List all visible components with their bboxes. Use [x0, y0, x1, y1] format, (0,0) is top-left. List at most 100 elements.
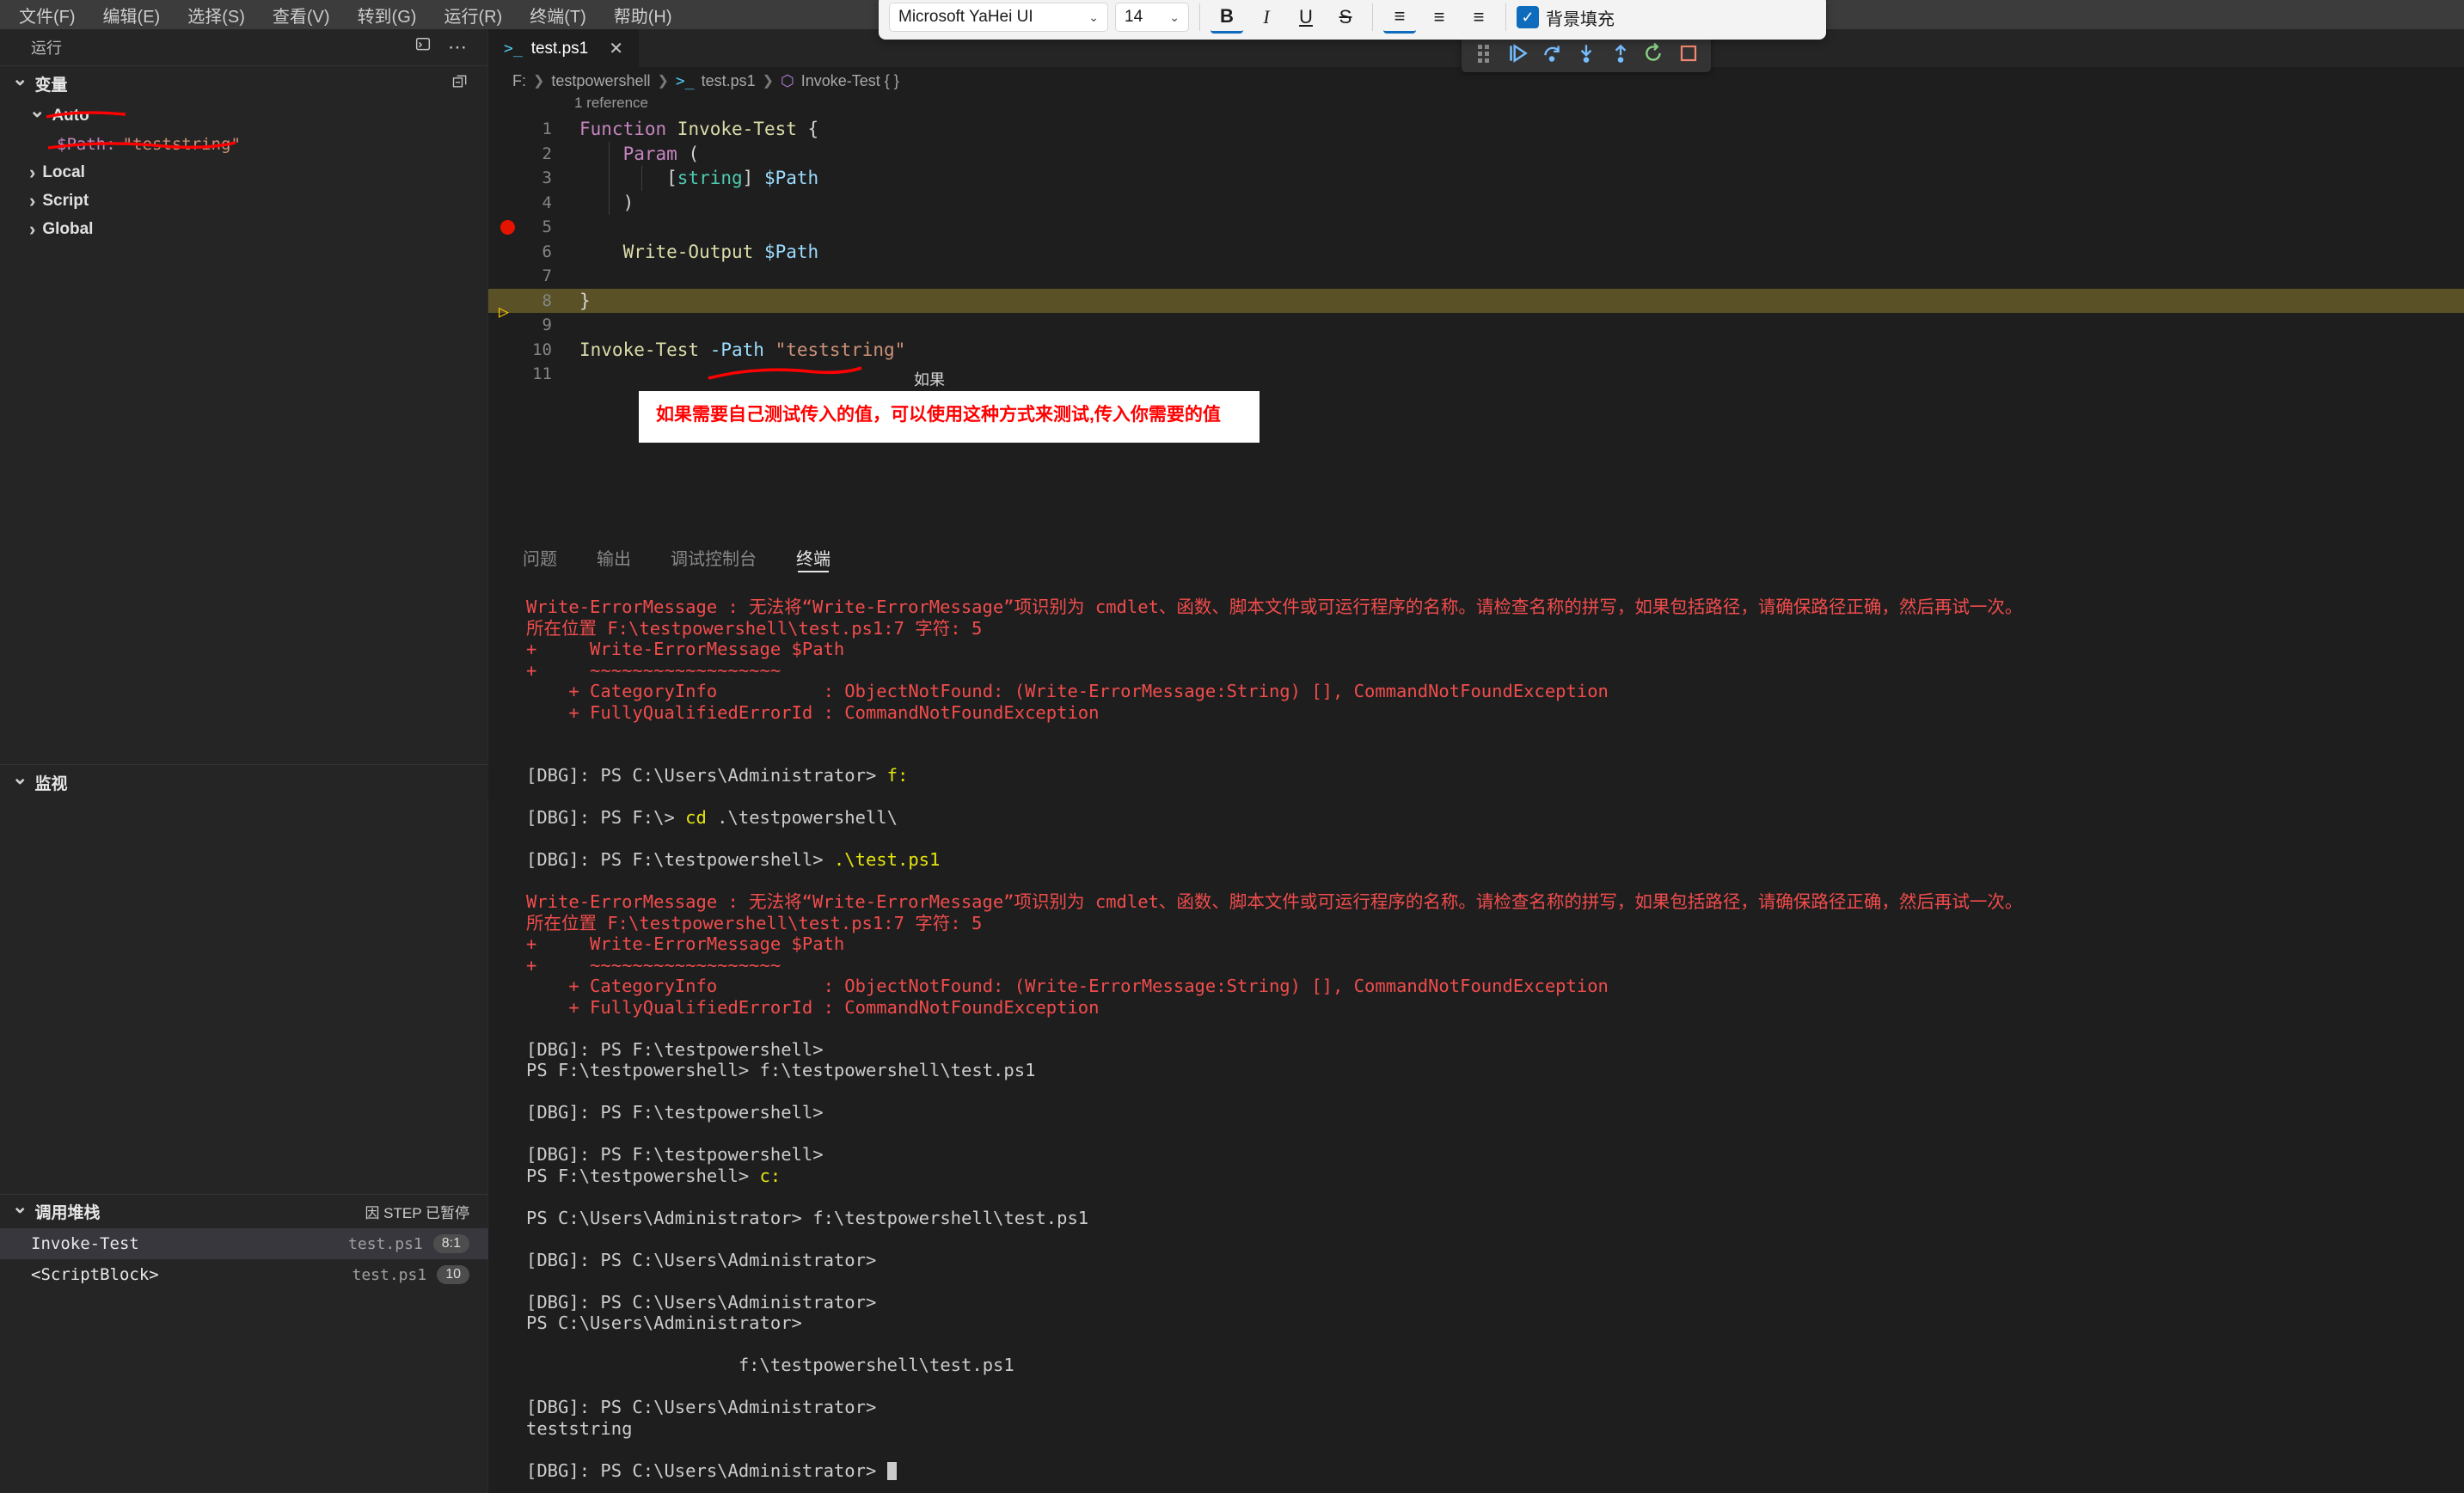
- sidebar-actions: ⋯: [414, 36, 469, 59]
- italic-button[interactable]: I: [1250, 1, 1283, 34]
- strikethrough-button[interactable]: S: [1329, 1, 1362, 34]
- panel-tabs: 问题 输出 调试控制台 终端: [488, 533, 2464, 581]
- code-line-10[interactable]: 10 Invoke-Test -Path "teststring": [488, 338, 2464, 363]
- panel-tab-0[interactable]: 问题: [523, 533, 557, 581]
- menu-item-3[interactable]: 查看(V): [259, 0, 344, 30]
- frame-function: <ScriptBlock>: [31, 1265, 159, 1284]
- terminal-line: PS C:\Users\Administrator>: [526, 1312, 802, 1333]
- menu-item-7[interactable]: 帮助(H): [600, 0, 686, 30]
- code-editor[interactable]: 1 reference 1 Function Invoke-Test {2 Par…: [488, 95, 2464, 567]
- indent-guide: [641, 166, 642, 191]
- menu-item-4[interactable]: 转到(G): [344, 0, 431, 30]
- code-lines: 1 Function Invoke-Test {2 Param (3 [strin…: [488, 117, 2464, 387]
- variable-scope-local[interactable]: Local: [29, 158, 487, 187]
- align-right-button[interactable]: ≡: [1462, 1, 1495, 34]
- annotation-note-box[interactable]: 如果需要自己测试传入的值，可以使用这种方式来测试,传入你需要的值: [639, 391, 1260, 443]
- code-line-3[interactable]: 3 [string] $Path: [488, 166, 2464, 191]
- close-icon[interactable]: ✕: [609, 38, 623, 59]
- breadcrumb-item-2[interactable]: test.ps1: [702, 72, 756, 90]
- terminal-line: [DBG]: PS C:\Users\Administrator>: [526, 1460, 2464, 1482]
- debug-console-icon[interactable]: [414, 36, 432, 59]
- menu-item-2[interactable]: 选择(S): [174, 0, 259, 30]
- terminal-line: + Write-ErrorMessage $Path: [526, 639, 845, 659]
- code-line-7[interactable]: 7: [488, 264, 2464, 289]
- line-number: 2: [542, 144, 552, 163]
- restart-button[interactable]: [1640, 37, 1670, 70]
- code-line-5[interactable]: 5: [488, 215, 2464, 240]
- step-out-button[interactable]: [1605, 37, 1636, 70]
- more-actions-icon[interactable]: ⋯: [448, 36, 469, 58]
- chevron-down-icon: [12, 73, 28, 95]
- code-line-8[interactable]: ▷ 8}: [488, 288, 2464, 321]
- terminal-line: [DBG]: PS C:\Users\Administrator>: [526, 1397, 877, 1417]
- code-line-9[interactable]: 9: [488, 313, 2464, 338]
- callstack-title: 调用堆栈: [34, 1204, 101, 1222]
- menu-item-0[interactable]: 文件(F): [5, 0, 89, 30]
- codelens-reference[interactable]: 1 reference: [488, 95, 2464, 117]
- tab-test-ps1[interactable]: >_ test.ps1 ✕: [488, 29, 639, 67]
- variable-scope-global[interactable]: Global: [29, 215, 487, 243]
- drag-handle-icon[interactable]: [1468, 37, 1499, 70]
- code-line-11[interactable]: 11: [488, 362, 2464, 387]
- callstack-frames: Invoke-Test test.ps1 8:1 <ScriptBlock> test.…: [0, 1228, 488, 1290]
- section-variables[interactable]: 变量: [0, 65, 487, 101]
- terminal-line: + ~~~~~~~~~~~~~~~~~~: [526, 954, 781, 976]
- panel-tab-2[interactable]: 调试控制台: [671, 533, 757, 581]
- step-into-button[interactable]: [1571, 37, 1602, 70]
- frame-position: 10: [437, 1265, 469, 1284]
- callstack-frame[interactable]: <ScriptBlock> test.ps1 10: [0, 1259, 488, 1290]
- sidebar-title: 运行: [31, 40, 62, 57]
- code-line-2[interactable]: 2 Param (: [488, 141, 2464, 166]
- code-line-4[interactable]: 4 ): [488, 190, 2464, 215]
- step-over-button[interactable]: [1536, 37, 1567, 70]
- font-size-value: 14: [1125, 8, 1143, 26]
- menu-item-1[interactable]: 编辑(E): [89, 0, 175, 30]
- code-line-6[interactable]: 6 Write-Output $Path: [488, 240, 2464, 265]
- breadcrumb-item-1[interactable]: testpowershell: [551, 72, 650, 90]
- terminal-line: [DBG]: PS C:\Users\Administrator>: [526, 1249, 877, 1270]
- debug-sidebar: 运行 ⋯ 变量 Auto $Path: "teststring" Local Scri…: [0, 29, 488, 1493]
- panel-tab-1[interactable]: 输出: [597, 533, 631, 581]
- font-family-value: Microsoft YaHei UI: [898, 8, 1033, 26]
- bottom-panel: 问题 输出 调试控制台 终端 Write-ErrorMessage : 无法将“Wri…: [488, 533, 2464, 1493]
- underline-button[interactable]: U: [1290, 1, 1322, 34]
- continue-button[interactable]: [1503, 37, 1534, 70]
- variable-scope-auto[interactable]: Auto: [29, 101, 487, 130]
- terminal-line: + CategoryInfo : ObjectNotFound: (Write-…: [526, 681, 1609, 701]
- menu-item-5[interactable]: 运行(R): [430, 0, 516, 30]
- align-left-button[interactable]: ≡: [1383, 1, 1416, 34]
- terminal-output[interactable]: Write-ErrorMessage : 无法将“Write-ErrorMess…: [488, 581, 2464, 1481]
- variable-scope-script[interactable]: Script: [29, 187, 487, 215]
- align-center-button[interactable]: ≡: [1423, 1, 1456, 34]
- panel-tab-3[interactable]: 终端: [796, 533, 831, 581]
- section-callstack[interactable]: 调用堆栈 因 STEP 已暂停: [0, 1194, 488, 1228]
- collapse-all-icon[interactable]: [451, 73, 469, 95]
- callstack-panel: 调用堆栈 因 STEP 已暂停 Invoke-Test test.ps1 8:1 <S…: [0, 1194, 488, 1290]
- variable-value: "teststring": [122, 134, 241, 154]
- menu-item-6[interactable]: 终端(T): [516, 0, 600, 30]
- fill-checkbox[interactable]: ✓: [1517, 6, 1539, 28]
- section-watch[interactable]: 监视: [0, 764, 488, 800]
- frame-position: 8:1: [432, 1234, 469, 1253]
- chevron-down-icon: [12, 1201, 28, 1223]
- font-family-select[interactable]: Microsoft YaHei UI ⌄: [889, 3, 1108, 32]
- breadcrumb-separator: ❯: [657, 74, 669, 89]
- symbol-function-icon: ⬡: [781, 71, 794, 89]
- variable-item[interactable]: $Path: "teststring": [29, 130, 487, 158]
- sidebar-header: 运行 ⋯: [0, 29, 487, 65]
- indent-guide: [609, 141, 610, 166]
- vscode-window: 文件(F) 编辑(E) 选择(S) 查看(V) 转到(G) 运行(R) 终端(T) 帮助(H)…: [0, 0, 2464, 1493]
- breadcrumb-item-3[interactable]: Invoke-Test { }: [801, 72, 899, 90]
- code-line-1[interactable]: 1 Function Invoke-Test {: [488, 117, 2464, 142]
- variables-title: 变量: [34, 76, 68, 95]
- callstack-frame[interactable]: Invoke-Test test.ps1 8:1: [0, 1228, 488, 1259]
- stop-button[interactable]: [1673, 37, 1704, 70]
- paused-reason: 因 STEP 已暂停: [365, 1205, 469, 1221]
- breakpoint-icon[interactable]: [500, 219, 515, 235]
- font-size-select[interactable]: 14 ⌄: [1115, 3, 1189, 32]
- breadcrumb-item-0[interactable]: F:: [512, 72, 526, 90]
- bold-button[interactable]: B: [1211, 1, 1243, 34]
